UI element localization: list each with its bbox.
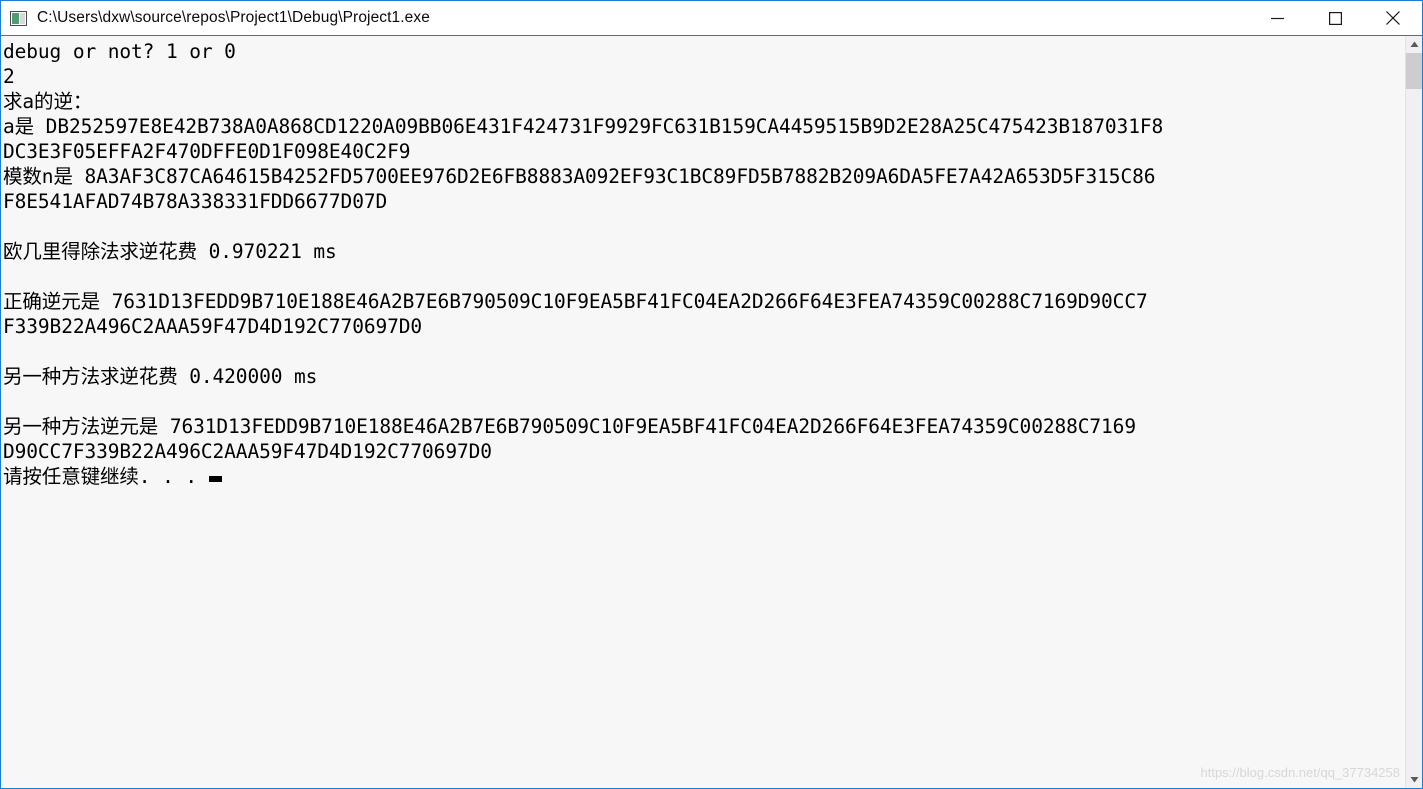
title-bar-left: C:\Users\dxw\source\repos\Project1\Debug… (1, 9, 1248, 27)
console-body[interactable]: debug or not? 1 or 0 2 求a的逆： a是 DB252597E8E… (1, 36, 1422, 788)
vertical-scrollbar[interactable] (1405, 36, 1422, 788)
console-line: 2 (3, 65, 15, 88)
watermark-text: https://blog.csdn.net/qq_37734258 (1200, 765, 1401, 780)
close-icon (1386, 11, 1400, 25)
scroll-up-arrow-icon (1410, 41, 1418, 47)
console-app-icon (10, 10, 27, 26)
minimize-button[interactable] (1248, 1, 1306, 35)
scroll-down-arrow-icon (1410, 777, 1418, 783)
scrollbar-thumb[interactable] (1406, 53, 1422, 89)
window-title: C:\Users\dxw\source\repos\Project1\Debug… (37, 9, 430, 26)
console-line: a是 DB252597E8E42B738A0A868CD1220A09BB06E… (3, 115, 1164, 138)
console-line: F8E541AFAD74B78A338331FDD6677D07D (3, 190, 388, 213)
console-line: 请按任意键继续. . . (3, 464, 1405, 489)
console-line: debug or not? 1 or 0 (3, 40, 236, 63)
console-line: 另一种方法求逆花费 0.420000 ms (3, 365, 318, 388)
scrollbar-track[interactable] (1406, 53, 1422, 771)
maximize-icon (1328, 11, 1342, 25)
scroll-up-button[interactable] (1406, 36, 1422, 53)
minimize-icon (1270, 17, 1284, 19)
title-bar[interactable]: C:\Users\dxw\source\repos\Project1\Debug… (1, 0, 1422, 36)
console-output: debug or not? 1 or 0 2 求a的逆： a是 DB252597E8E… (1, 36, 1405, 788)
console-line: 欧几里得除法求逆花费 0.970221 ms (3, 240, 337, 263)
console-line: D90CC7F339B22A496C2AAA59F47D4D192C770697… (3, 440, 492, 463)
console-line: 另一种方法逆元是 7631D13FEDD9B710E188E46A2B7E6B7… (3, 415, 1136, 438)
window-controls (1248, 1, 1422, 35)
maximize-button[interactable] (1306, 1, 1364, 35)
console-line: 模数n是 8A3AF3C87CA64615B4252FD5700EE976D2E… (3, 165, 1156, 188)
console-line: 正确逆元是 7631D13FEDD9B710E188E46A2B7E6B7905… (3, 290, 1148, 313)
console-line: 求a的逆： (3, 90, 93, 113)
console-window: C:\Users\dxw\source\repos\Project1\Debug… (0, 0, 1423, 789)
block-cursor (209, 476, 223, 482)
scroll-down-button[interactable] (1406, 771, 1422, 788)
console-line: DC3E3F05EFFA2F470DFFE0D1F098E40C2F9 (3, 140, 411, 163)
close-button[interactable] (1364, 1, 1422, 35)
console-line: F339B22A496C2AAA59F47D4D192C770697D0 (3, 315, 423, 338)
